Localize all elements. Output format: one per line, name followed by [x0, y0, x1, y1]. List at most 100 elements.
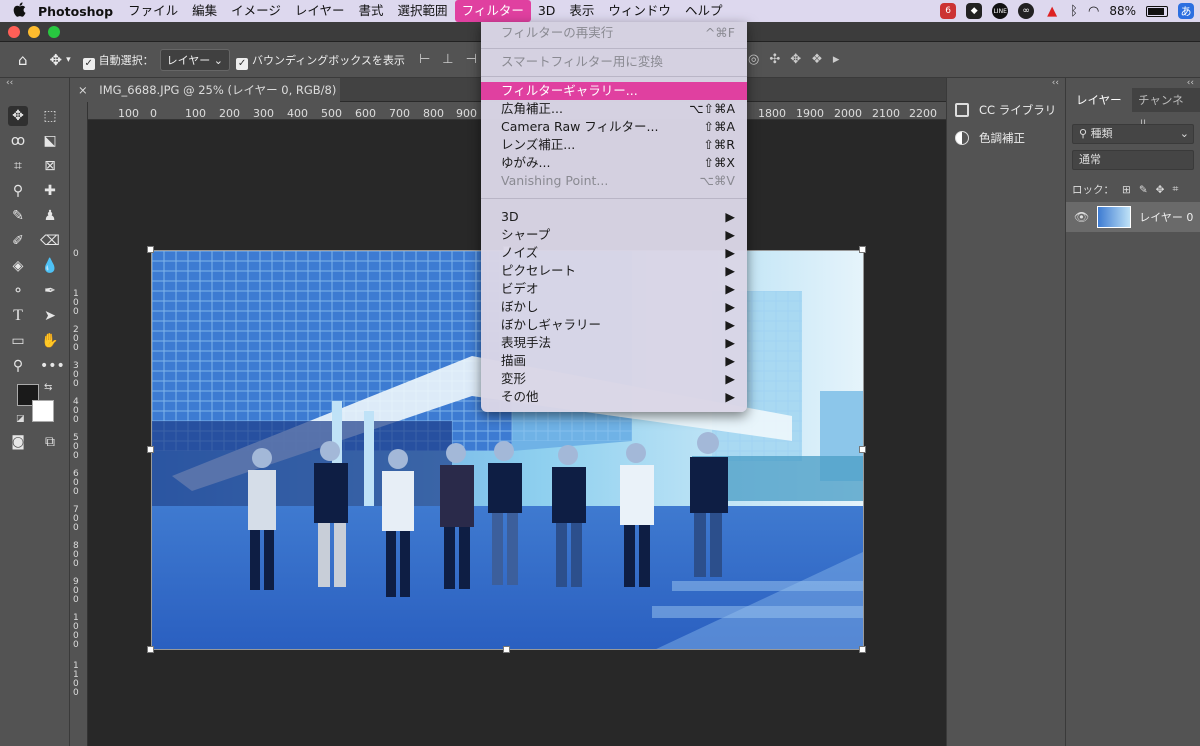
tab-layers[interactable]: レイヤー: [1070, 88, 1128, 112]
blend-mode-dropdown[interactable]: 通常: [1072, 150, 1194, 170]
lock-paint-icon[interactable]: ✎: [1139, 184, 1148, 196]
app-name[interactable]: Photoshop: [38, 4, 113, 19]
menu-layer[interactable]: レイヤー: [288, 0, 352, 22]
menu-item-noise[interactable]: ノイズ ▶: [481, 244, 747, 262]
wifi-icon[interactable]: ◠: [1088, 4, 1099, 19]
pen-tool-icon[interactable]: ✒: [40, 281, 60, 301]
menu-3d[interactable]: 3D: [531, 0, 563, 22]
eye-icon[interactable]: 👁: [1074, 210, 1089, 224]
auto-select-dropdown[interactable]: レイヤー ⌄: [159, 48, 231, 71]
dodge-tool-icon[interactable]: ⚬: [8, 281, 28, 301]
menu-edit[interactable]: 編集: [185, 0, 224, 22]
app-status-icon[interactable]: 6: [940, 3, 957, 19]
menu-item-other[interactable]: その他 ▶: [481, 388, 747, 406]
collapse-panel-icon[interactable]: ‹‹: [6, 78, 13, 88]
battery-percent[interactable]: 88%: [1109, 4, 1136, 18]
history-brush-tool-icon[interactable]: ✐: [8, 231, 28, 251]
menu-image[interactable]: イメージ: [224, 0, 288, 22]
menu-type[interactable]: 書式: [352, 0, 391, 22]
move-tool-icon[interactable]: ✥: [8, 106, 28, 126]
minimize-window-button[interactable]: [28, 26, 40, 38]
healing-brush-tool-icon[interactable]: ✚: [40, 181, 60, 201]
crop-tool-icon[interactable]: ⌗: [8, 156, 28, 176]
line-icon[interactable]: LINE: [992, 3, 1009, 19]
lasso-tool-icon[interactable]: ꝏ: [8, 131, 28, 151]
menu-item-video[interactable]: ビデオ ▶: [481, 280, 747, 298]
menu-select[interactable]: 選択範囲: [391, 0, 455, 22]
menu-filter[interactable]: フィルター: [454, 0, 531, 22]
lock-artboard-icon[interactable]: ⌗: [1172, 183, 1178, 196]
input-method-icon[interactable]: あ: [1178, 3, 1194, 19]
menu-item-sharpen[interactable]: シャープ ▶: [481, 226, 747, 244]
menu-help[interactable]: ヘルプ: [678, 0, 730, 22]
bluetooth-icon[interactable]: ᛒ: [1070, 4, 1078, 19]
eraser-tool-icon[interactable]: ⌫: [40, 231, 60, 251]
frame-tool-icon[interactable]: ⊠: [40, 156, 60, 176]
menu-item-camera-raw[interactable]: Camera Raw フィルター... ⇧⌘A: [481, 118, 747, 136]
collapse-panel-icon[interactable]: ‹‹: [1187, 78, 1194, 88]
transform-handle[interactable]: [147, 446, 154, 453]
menu-item-distort[interactable]: 変形 ▶: [481, 370, 747, 388]
rectangle-tool-icon[interactable]: ▭: [8, 331, 28, 351]
move-tool-icon[interactable]: ✥: [50, 51, 63, 69]
menu-item-blur[interactable]: ぼかし ▶: [481, 298, 747, 316]
menu-view[interactable]: 表示: [562, 0, 601, 22]
transform-handle[interactable]: [147, 646, 154, 653]
more-tools-icon[interactable]: •••: [40, 356, 65, 376]
menu-item-3d[interactable]: 3D ▶: [481, 208, 747, 226]
path-selection-tool-icon[interactable]: ➤: [40, 306, 60, 326]
align-right-icon[interactable]: ⊣: [466, 52, 477, 67]
menu-item-pixelate[interactable]: ピクセレート ▶: [481, 262, 747, 280]
menu-item-liquify[interactable]: ゆがみ... ⇧⌘X: [481, 154, 747, 172]
lock-transparent-icon[interactable]: ⊞: [1122, 184, 1131, 196]
align-left-icon[interactable]: ⊢: [419, 52, 430, 67]
type-tool-icon[interactable]: T: [8, 306, 28, 326]
vertical-ruler[interactable]: 0 1 0 0 2 0 0 3 0 0 4 0 0 5 0 0 6 0 0 7 …: [70, 102, 88, 746]
menu-item-adaptive-wide-angle[interactable]: 広角補正... ⌥⇧⌘A: [481, 100, 747, 118]
zoom-window-button[interactable]: [48, 26, 60, 38]
swap-colors-icon[interactable]: ⇆: [44, 382, 52, 393]
close-tab-icon[interactable]: ×: [78, 83, 88, 97]
paint-bucket-tool-icon[interactable]: ◈: [8, 256, 28, 276]
blur-tool-icon[interactable]: 💧: [40, 256, 60, 276]
collapse-panel-icon[interactable]: ‹‹: [1052, 78, 1059, 88]
transform-handle[interactable]: [859, 646, 866, 653]
transform-handle[interactable]: [859, 446, 866, 453]
menu-item-lens-correction[interactable]: レンズ補正... ⇧⌘R: [481, 136, 747, 154]
chevron-down-icon[interactable]: ▾: [66, 55, 71, 65]
3d-roll-icon[interactable]: ✣: [769, 52, 780, 67]
close-window-button[interactable]: [8, 26, 20, 38]
brush-tool-icon[interactable]: ✎: [8, 206, 28, 226]
quick-select-tool-icon[interactable]: ⬕: [40, 131, 60, 151]
hand-tool-icon[interactable]: ✋: [40, 331, 60, 351]
transform-handle[interactable]: [147, 246, 154, 253]
bounding-box-checkbox[interactable]: ✓ バウンディングボックスを表示: [236, 52, 405, 70]
auto-select-checkbox[interactable]: ✓ 自動選択：: [82, 52, 154, 70]
layer-name[interactable]: レイヤー 0: [1139, 209, 1193, 225]
warning-icon[interactable]: ▲: [1044, 3, 1060, 19]
eyedropper-tool-icon[interactable]: ⚲: [8, 181, 28, 201]
layer-row[interactable]: 👁 レイヤー 0: [1066, 202, 1200, 232]
clone-stamp-tool-icon[interactable]: ♟: [40, 206, 60, 226]
menu-file[interactable]: ファイル: [121, 0, 185, 22]
creative-cloud-icon[interactable]: ∞: [1018, 3, 1035, 19]
cc-libraries-button[interactable]: CC ライブラリ: [955, 100, 1056, 120]
marquee-tool-icon[interactable]: ⬚: [40, 106, 60, 126]
tab-channels[interactable]: チャンネル: [1132, 88, 1200, 131]
transform-handle[interactable]: [503, 646, 510, 653]
transform-handle[interactable]: [859, 246, 866, 253]
document-tab[interactable]: × IMG_6688.JPG @ 25% (レイヤー 0, RGB/8) *: [70, 78, 340, 121]
background-color-swatch[interactable]: [32, 400, 54, 422]
menu-item-blur-gallery[interactable]: ぼかしギャラリー ▶: [481, 316, 747, 334]
3d-scale-icon[interactable]: ▸: [833, 52, 840, 67]
menu-item-convert-smart-filter[interactable]: スマートフィルター用に変換: [481, 53, 747, 71]
adjustments-button[interactable]: 色調補正: [955, 128, 1025, 148]
menu-item-render[interactable]: 描画 ▶: [481, 352, 747, 370]
screen-mode-icon[interactable]: ⧉: [40, 432, 60, 452]
quick-mask-icon[interactable]: ◙: [8, 432, 28, 452]
dropbox-icon[interactable]: ◆: [966, 3, 983, 19]
zoom-tool-icon[interactable]: ⚲: [8, 356, 28, 376]
menu-item-vanishing-point[interactable]: Vanishing Point... ⌥⌘V: [481, 172, 747, 190]
lock-position-icon[interactable]: ✥: [1156, 184, 1165, 196]
align-center-icon[interactable]: ⊥: [442, 52, 453, 67]
